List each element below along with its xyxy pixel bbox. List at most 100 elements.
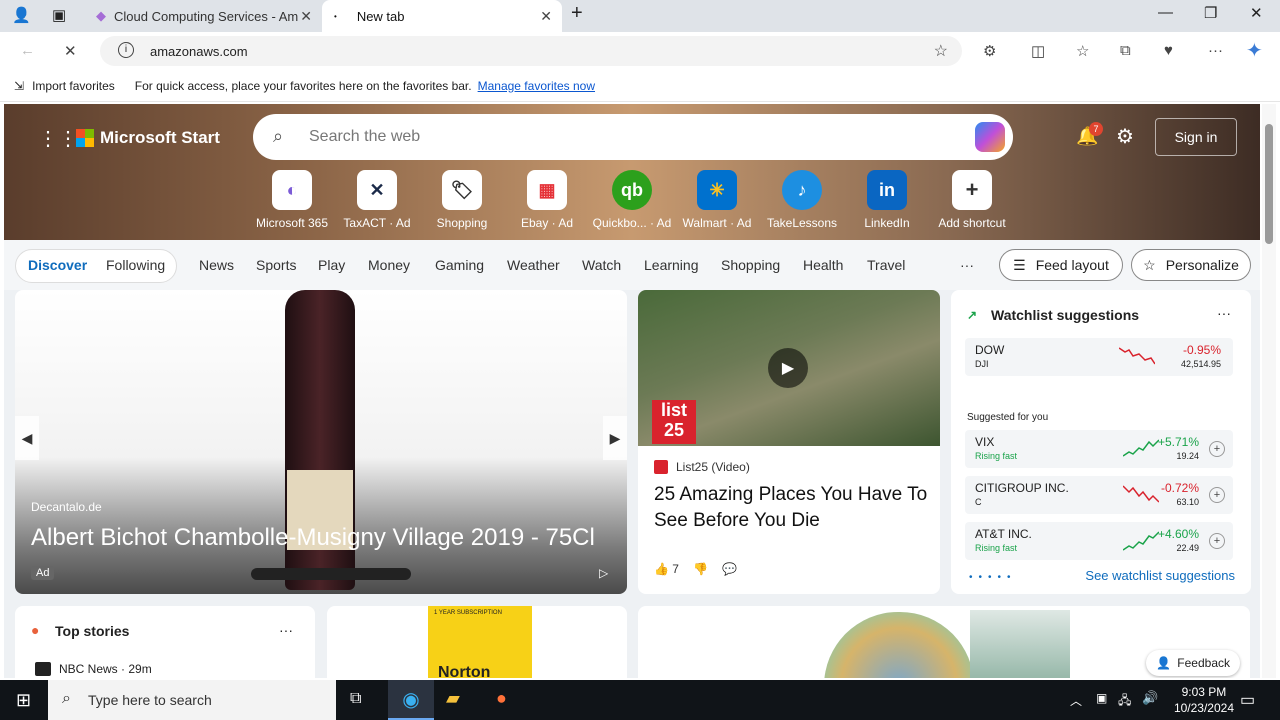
shortcut-linkedin[interactable]: in LinkedIn [845, 170, 929, 230]
nav-more-button[interactable]: ··· [960, 257, 974, 273]
shortcut-ebay[interactable]: ▦ Ebay · Ad [505, 170, 589, 230]
browser-essentials-icon[interactable]: ♥ [1164, 42, 1173, 59]
favorites-icon[interactable]: ☆ [1076, 42, 1089, 60]
cell-diagram-card[interactable]: 👤 Feedback [638, 606, 1250, 678]
file-explorer-icon[interactable]: ▰ [446, 688, 460, 709]
close-window-icon[interactable]: ✕ [1250, 4, 1263, 22]
address-bar[interactable]: i amazonaws.com ☆ [100, 36, 962, 66]
stock-row-vix[interactable]: VIX Rising fast +5.71% 19.24 + [965, 430, 1233, 468]
extensions-icon[interactable]: ⚙ [983, 42, 996, 60]
edge-taskbar-icon[interactable]: ◉ [388, 680, 434, 720]
top-stories-title: Top stories [55, 623, 130, 639]
tab-new-tab[interactable]: • New tab ✕ [322, 0, 562, 32]
watchlist-page-dots[interactable]: ••••• [969, 572, 1017, 583]
shortcut-label: Ebay · Ad [520, 216, 574, 230]
nav-watch[interactable]: Watch [582, 257, 621, 273]
feedback-button[interactable]: 👤 Feedback [1146, 650, 1240, 676]
stock-row-citigroup[interactable]: CITIGROUP INC. C -0.72% 63.10 + [965, 476, 1233, 514]
stock-row-att[interactable]: AT&T INC. Rising fast +4.60% 22.49 + [965, 522, 1233, 560]
nav-travel[interactable]: Travel [867, 257, 905, 273]
web-search-box[interactable]: ⌕ Search the web [253, 114, 1013, 160]
watchlist-more-button[interactable]: ··· [1217, 305, 1231, 321]
notification-center-icon[interactable]: ▭ [1240, 690, 1255, 710]
collections-icon[interactable]: ⧉ [1120, 42, 1131, 59]
shortcut-takelessons[interactable]: ♪ TakeLessons [760, 170, 844, 230]
like-count: 7 [672, 562, 679, 576]
url-text[interactable]: amazonaws.com [150, 44, 248, 59]
volume-icon[interactable]: 🔊 [1142, 690, 1158, 706]
new-tab-icon[interactable]: + [571, 2, 583, 25]
windows-start-icon[interactable]: ⊞ [16, 690, 31, 711]
carousel-next-icon[interactable]: ▶ [603, 416, 627, 460]
close-tab-icon[interactable]: ✕ [540, 8, 552, 25]
tab-following[interactable]: Following [106, 257, 165, 273]
feed-layout-button[interactable]: ☰ Feed layout [999, 249, 1123, 281]
nav-weather[interactable]: Weather [507, 257, 560, 273]
tray-chevron-icon[interactable]: ︿ [1070, 692, 1082, 709]
add-to-watchlist-icon[interactable]: + [1209, 533, 1225, 549]
restore-icon[interactable]: ❐ [1204, 4, 1217, 22]
page-scrollbar[interactable] [1262, 104, 1276, 678]
back-icon[interactable]: ← [20, 42, 35, 59]
shortcut-microsoft-365[interactable]: ◐ Microsoft 365 [250, 170, 334, 230]
stock-row-dow[interactable]: DOW DJI -0.95% 42,514.95 [965, 338, 1233, 376]
thumbs-down-icon[interactable]: 👎 [693, 562, 708, 576]
tab-discover[interactable]: Discover [28, 257, 87, 273]
settings-gear-icon[interactable]: ⚙ [1116, 124, 1134, 149]
tab-cloud-computing[interactable]: ◆ Cloud Computing Services - Am ✕ [84, 0, 322, 32]
manage-favorites-link[interactable]: Manage favorites now [478, 79, 595, 93]
add-to-watchlist-icon[interactable]: + [1209, 441, 1225, 457]
nav-play[interactable]: Play [318, 257, 345, 273]
brand[interactable]: Microsoft Start [76, 128, 220, 148]
sign-in-button[interactable]: Sign in [1155, 118, 1237, 156]
norton-ad-card[interactable]: 1 YEAR SUBSCRIPTION Norton [327, 606, 627, 678]
profile-icon[interactable]: 👤 [12, 6, 31, 24]
shortcut-shopping[interactable]: 🏷 Shopping [420, 170, 504, 230]
copilot-icon[interactable]: ✦ [1246, 38, 1263, 63]
network-icon[interactable]: 🖧 [1118, 691, 1131, 712]
shortcut-walmart[interactable]: ✳ Walmart · Ad [675, 170, 759, 230]
app-launcher-icon[interactable]: ⋮⋮ [38, 126, 78, 151]
carousel-prev-icon[interactable]: ◀ [15, 416, 39, 460]
task-view-icon[interactable]: ⧉ [350, 690, 361, 708]
story-source[interactable]: NBC News · 29m [59, 662, 152, 676]
card-title[interactable]: 25 Amazing Places You Have To See Before… [654, 482, 930, 534]
personalize-button[interactable]: ☆ Personalize [1131, 249, 1251, 281]
stop-loading-icon[interactable]: ✕ [64, 42, 77, 60]
ad-title[interactable]: Albert Bichot Chambolle-Musigny Village … [31, 524, 595, 552]
nav-gaming[interactable]: Gaming [435, 257, 484, 273]
top-stories-more-button[interactable]: ··· [279, 622, 293, 638]
comment-icon[interactable]: 💬 [722, 562, 737, 576]
firefox-icon[interactable]: ● [496, 688, 507, 709]
nav-news[interactable]: News [199, 257, 234, 273]
shortcut-quickbooks[interactable]: qb Quickbo... · Ad [590, 170, 674, 230]
sponsored-wine-card[interactable]: ◀ ▶ Decantalo.de Albert Bichot Chambolle… [15, 290, 627, 594]
nav-sports[interactable]: Sports [256, 257, 296, 273]
like-button[interactable]: 👍 7 [654, 562, 679, 576]
shortcut-add[interactable]: + Add shortcut [930, 170, 1014, 230]
site-info-icon[interactable]: i [118, 42, 134, 58]
taskbar-search[interactable]: ⌕ Type here to search [48, 680, 336, 720]
nav-learning[interactable]: Learning [644, 257, 699, 273]
security-tray-icon[interactable]: ▣ [1096, 691, 1107, 705]
add-to-watchlist-icon[interactable]: + [1209, 487, 1225, 503]
taskbar-clock[interactable]: 9:03 PM 10/23/2024 [1174, 684, 1234, 716]
list25-video-card[interactable]: ▶ list 25 List25 (Video) 25 Amazing Plac… [638, 290, 940, 594]
favorite-star-icon[interactable]: ☆ [934, 41, 948, 61]
tab-actions-icon[interactable]: ▣ [52, 6, 66, 24]
nav-health[interactable]: Health [803, 257, 843, 273]
play-icon[interactable]: ▶ [768, 348, 808, 388]
close-tab-icon[interactable]: ✕ [300, 8, 312, 25]
shortcut-taxact[interactable]: ✕ TaxACT · Ad [335, 170, 419, 230]
carousel-dots[interactable] [251, 568, 411, 580]
scrollbar-thumb[interactable] [1265, 124, 1273, 244]
minimize-icon[interactable]: — [1158, 4, 1173, 21]
adchoices-icon[interactable]: ▷ [599, 566, 608, 580]
split-screen-icon[interactable]: ◫ [1031, 42, 1045, 60]
settings-more-icon[interactable]: ··· [1208, 42, 1223, 59]
nav-shopping[interactable]: Shopping [721, 257, 780, 273]
import-favorites-button[interactable]: Import favorites [32, 79, 115, 93]
nav-money[interactable]: Money [368, 257, 410, 273]
see-watchlist-link[interactable]: See watchlist suggestions [1085, 568, 1235, 583]
copilot-icon[interactable] [975, 122, 1005, 152]
